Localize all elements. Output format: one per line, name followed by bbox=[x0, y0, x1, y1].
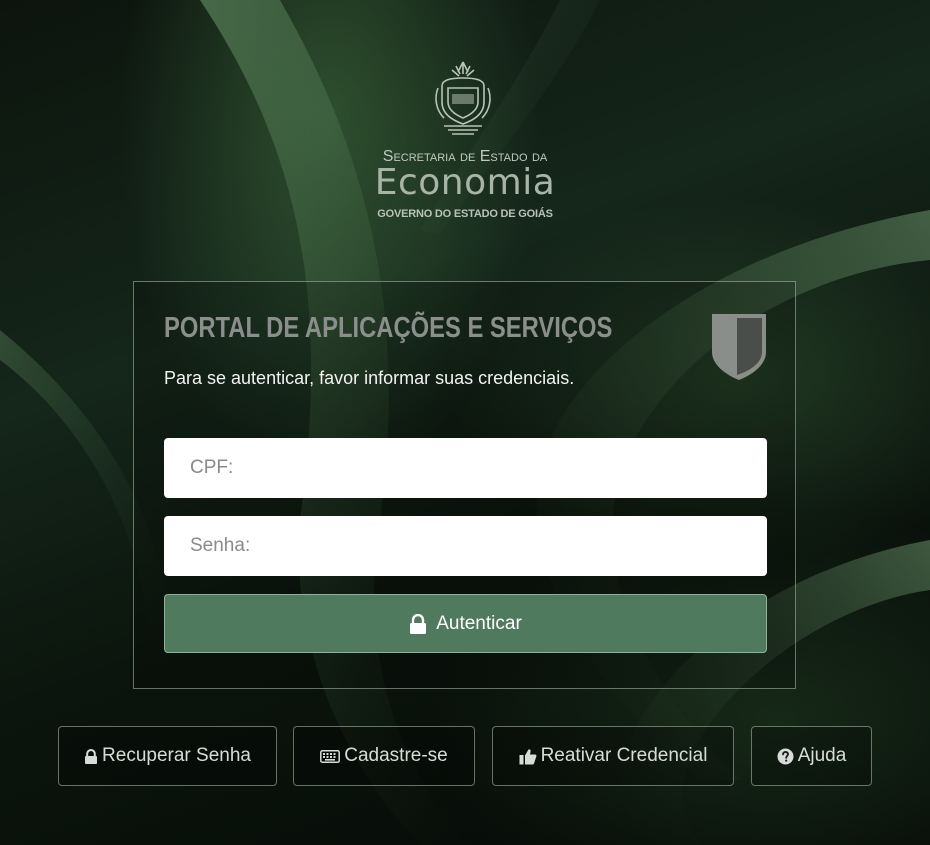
ajuda-button[interactable]: Ajuda bbox=[751, 726, 872, 786]
thumbs-up-icon bbox=[519, 748, 537, 765]
autenticar-label: Autenticar bbox=[436, 612, 522, 634]
cadastre-se-button[interactable]: Cadastre-se bbox=[293, 726, 475, 786]
lock-icon bbox=[84, 748, 98, 764]
lock-icon bbox=[409, 613, 427, 634]
cpf-input[interactable] bbox=[164, 438, 767, 498]
reativar-credencial-button[interactable]: Reativar Credencial bbox=[492, 726, 734, 786]
panel-subtitle: Para se autenticar, favor informar suas … bbox=[164, 368, 575, 388]
reativar-credencial-label: Reativar Credencial bbox=[540, 745, 708, 766]
ajuda-label: Ajuda bbox=[797, 745, 847, 766]
cadastre-se-label: Cadastre-se bbox=[344, 745, 448, 766]
senha-input[interactable] bbox=[164, 516, 767, 576]
login-panel: PORTAL DE APLICAÇÕES E SERVIÇOS Para se … bbox=[133, 281, 796, 689]
question-circle-icon bbox=[777, 748, 794, 765]
autenticar-button[interactable]: Autenticar bbox=[164, 594, 767, 653]
panel-title: PORTAL DE APLICAÇÕES E SERVIÇOS bbox=[164, 312, 613, 344]
recuperar-senha-label: Recuperar Senha bbox=[102, 745, 251, 766]
keyboard-icon bbox=[320, 749, 341, 763]
logo-line-governo: GOVERNO DO ESTADO DE GOIÁS bbox=[377, 208, 553, 220]
secretaria-logo: Secretaria de Estado da Economia GOVERNO… bbox=[360, 58, 570, 228]
shield-icon bbox=[712, 314, 766, 380]
logo-line-economia: Economia bbox=[374, 162, 556, 203]
state-coat-of-arms-icon bbox=[435, 61, 491, 135]
recuperar-senha-button[interactable]: Recuperar Senha bbox=[58, 726, 277, 786]
